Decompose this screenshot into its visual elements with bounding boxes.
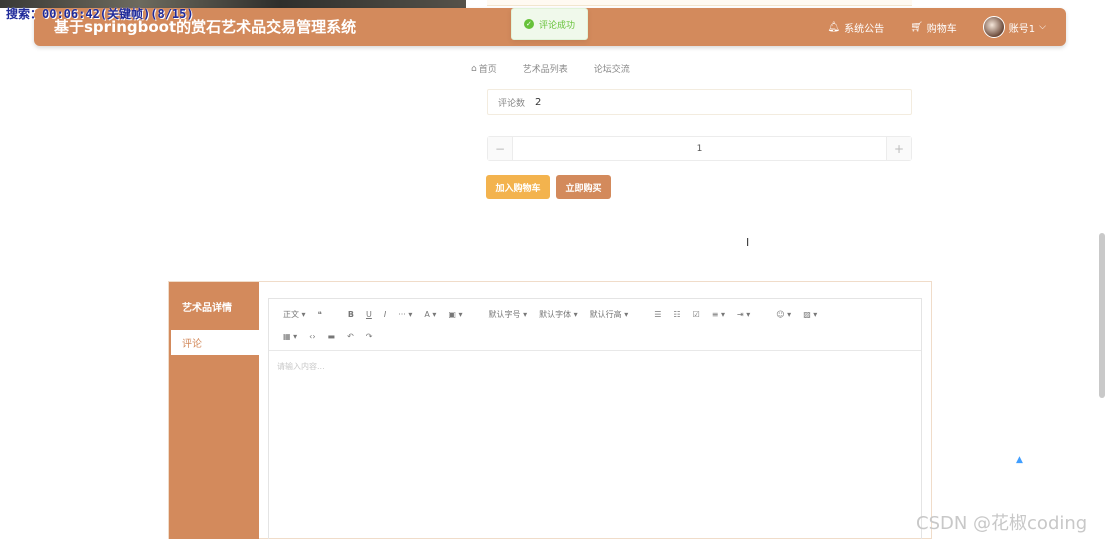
chevron-down-icon: ⌵ — [1039, 22, 1046, 32]
increase-button[interactable]: + — [886, 137, 911, 160]
toolbar-row-1: 正文 ▾ ❝ B U I ··· ▾ A ▾ ▣ ▾ 默认字号 ▾ 默认字体 ▾… — [277, 303, 913, 325]
notice-label: 系统公告 — [844, 23, 885, 35]
bold-button[interactable]: B — [342, 310, 360, 319]
underline-button[interactable]: U — [360, 310, 378, 319]
bg-color-button[interactable]: ▣ ▾ — [442, 310, 468, 319]
nav-label-home: 首页 — [478, 65, 497, 75]
decrease-button[interactable]: − — [488, 137, 513, 160]
avatar — [982, 16, 1005, 38]
toolbar-row-2: ▦ ▾ ‹› ▬ ↶ ↷ — [277, 325, 913, 347]
bullet-list-icon[interactable]: ☰ — [648, 310, 667, 319]
review-count-label: 评论数 — [498, 98, 526, 109]
quantity-stepper: − 1 + — [487, 136, 912, 161]
code-icon[interactable]: ‹› — [303, 332, 321, 341]
nav-item-forum[interactable]: 论坛交流 — [594, 62, 630, 75]
cart-icon: 🛒︎ — [910, 21, 923, 33]
tab-comment[interactable]: 评论 — [169, 330, 259, 355]
emoji-icon[interactable]: ☺ ▾ — [770, 310, 797, 319]
check-circle-icon: ✓ — [523, 19, 534, 29]
editor-placeholder: 请输入内容... — [277, 362, 325, 371]
watermark: CSDN @花椒coding — [916, 513, 1088, 534]
success-toast: ✓ 评论成功 — [511, 8, 588, 40]
notice-link[interactable]: 🔔︎ 系统公告 — [827, 20, 884, 35]
align-icon[interactable]: ≡ ▾ — [706, 310, 731, 319]
page-scrollbar[interactable] — [1099, 233, 1105, 398]
main-nav: ⌂ 首页 艺术品列表 论坛交流 — [471, 62, 630, 76]
nav-item-home[interactable]: ⌂ 首页 — [471, 62, 497, 76]
add-to-cart-button[interactable]: 加入购物车 — [486, 175, 550, 199]
bell-icon: 🔔︎ — [827, 21, 841, 33]
nav-label-forum: 论坛交流 — [593, 65, 630, 75]
editor-toolbar: 正文 ▾ ❝ B U I ··· ▾ A ▾ ▣ ▾ 默认字号 ▾ 默认字体 ▾… — [269, 299, 921, 351]
cart-link[interactable]: 🛒︎ 购物车 — [910, 20, 957, 35]
quote-button[interactable]: ❝ — [312, 310, 328, 319]
nav-item-art-list[interactable]: 艺术品列表 — [523, 62, 568, 75]
tab-art-detail[interactable]: 艺术品详情 — [169, 295, 259, 317]
rich-text-editor: 正文 ▾ ❝ B U I ··· ▾ A ▾ ▣ ▾ 默认字号 ▾ 默认字体 ▾… — [268, 298, 922, 539]
heading-select[interactable]: 正文 ▾ — [277, 309, 312, 320]
todo-list-icon[interactable]: ☑ — [687, 310, 706, 319]
editor-content-area[interactable]: 请输入内容... — [269, 351, 921, 382]
undo-icon[interactable]: ↶ — [341, 332, 360, 341]
table-icon[interactable]: ▦ ▾ — [277, 332, 303, 341]
detail-tabs: 艺术品详情 评论 — [169, 282, 259, 539]
back-to-top-icon[interactable]: ▲ — [1016, 455, 1023, 465]
account-label: 账号1 — [1008, 23, 1036, 35]
toast-message: 评论成功 — [538, 20, 575, 31]
line-height-select[interactable]: 默认行高 ▾ — [584, 309, 635, 320]
font-size-select[interactable]: 默认字号 ▾ — [483, 309, 534, 320]
buy-now-button[interactable]: 立即购买 — [556, 175, 611, 199]
image-icon[interactable]: ▨ ▾ — [797, 310, 823, 319]
quantity-input[interactable]: 1 — [513, 144, 886, 154]
review-count-value: 2 — [535, 96, 542, 108]
italic-button[interactable]: I — [378, 310, 392, 319]
review-count-row: 评论数 2 — [487, 89, 912, 115]
redo-icon[interactable]: ↷ — [360, 332, 379, 341]
font-family-select[interactable]: 默认字体 ▾ — [533, 309, 584, 320]
page: 搜索：00:06:42(关键帧)(8/15) 基于springboot的赏石艺术… — [0, 0, 1107, 539]
detail-panel: 艺术品详情 评论 正文 ▾ ❝ B U I ··· ▾ A ▾ ▣ ▾ 默认字号… — [168, 281, 932, 539]
font-color-button[interactable]: A ▾ — [418, 310, 442, 319]
indent-icon[interactable]: ⇥ ▾ — [731, 310, 756, 319]
home-icon: ⌂ — [471, 63, 477, 74]
more-format-button[interactable]: ··· ▾ — [392, 310, 418, 319]
numbered-list-icon[interactable]: ☷ — [667, 310, 686, 319]
video-overlay-text: 搜索：00:06:42(关键帧)(8/15) — [6, 7, 194, 21]
account-menu[interactable]: 账号1 ⌵ — [982, 16, 1046, 38]
text-cursor-icon: I — [746, 236, 750, 249]
header-actions: 🔔︎ 系统公告 🛒︎ 购物车 账号1 ⌵ — [827, 8, 1046, 46]
cart-label: 购物车 — [926, 23, 957, 35]
nav-label-art-list: 艺术品列表 — [522, 65, 568, 75]
top-peek-strip — [487, 0, 912, 6]
divider-icon[interactable]: ▬ — [322, 332, 342, 341]
